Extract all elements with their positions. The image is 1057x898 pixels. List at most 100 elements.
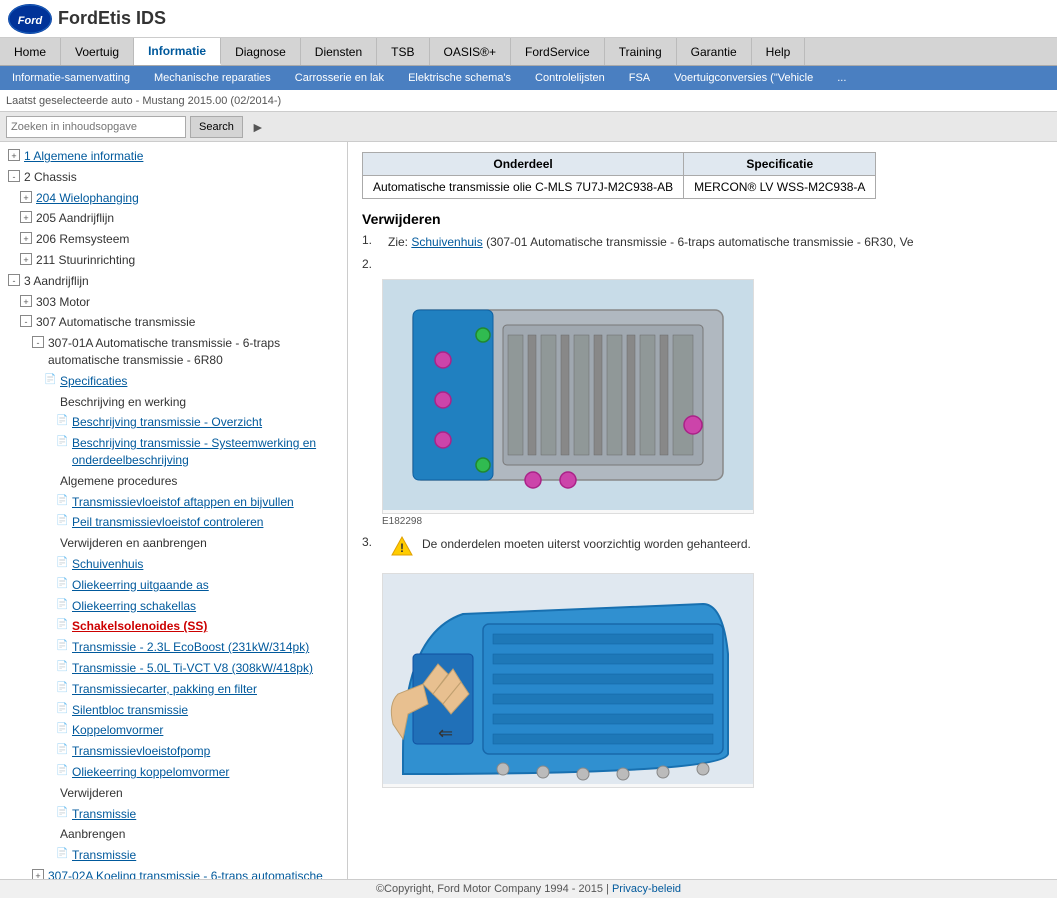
- tree-toggle-icon[interactable]: +: [20, 191, 34, 203]
- tree-label[interactable]: Transmissievloeistof aftappen en bijvull…: [72, 494, 347, 511]
- nav-item-informatie[interactable]: Informatie: [134, 38, 221, 65]
- diagram-2-container: ⇐: [382, 573, 1043, 788]
- tree-toggle-icon[interactable]: +: [8, 149, 22, 161]
- tree-label[interactable]: Specificaties: [60, 373, 347, 390]
- tree-label[interactable]: Beschrijving transmissie - Systeemwerkin…: [72, 435, 347, 469]
- tree-item[interactable]: 📄Beschrijving transmissie - Systeemwerki…: [0, 433, 347, 471]
- transmission-diagram-1: x6 x6: [382, 279, 754, 514]
- breadcrumb-bar: Laatst geselecteerde auto - Mustang 2015…: [0, 90, 1057, 112]
- sub-nav-item[interactable]: Carrosserie en lak: [283, 69, 396, 87]
- tree-label[interactable]: Schakelsolenoides (SS): [72, 618, 347, 635]
- tree-label[interactable]: Schuivenhuis: [72, 556, 347, 573]
- tree-item[interactable]: 📄Transmissie: [0, 804, 347, 825]
- tree-label[interactable]: Silentbloc transmissie: [72, 702, 347, 719]
- tree-item[interactable]: 📄Silentbloc transmissie: [0, 700, 347, 721]
- tree-item[interactable]: 📄Transmissie - 2.3L EcoBoost (231kW/314p…: [0, 637, 347, 658]
- tree-item[interactable]: 📄Transmissie - 5.0L Ti-VCT V8 (308kW/418…: [0, 658, 347, 679]
- search-nav-arrow[interactable]: ►: [251, 119, 265, 135]
- tree-label: 307-01A Automatische transmissie - 6-tra…: [48, 335, 347, 369]
- tree-label[interactable]: Transmissie - 5.0L Ti-VCT V8 (308kW/418p…: [72, 660, 347, 677]
- tree-toggle-icon[interactable]: +: [20, 232, 34, 244]
- nav-item-home[interactable]: Home: [0, 38, 61, 65]
- nav-item-oasis®+[interactable]: OASIS®+: [430, 38, 512, 65]
- tree-toggle-icon[interactable]: -: [8, 274, 22, 286]
- nav-item-voertuig[interactable]: Voertuig: [61, 38, 134, 65]
- col-header-onderdeel: Onderdeel: [363, 153, 684, 176]
- tree-item[interactable]: 📄Transmissiecarter, pakking en filter: [0, 679, 347, 700]
- tree-item[interactable]: 📄Transmissie: [0, 845, 347, 866]
- tree-item[interactable]: 📄Transmissievloeistofpomp: [0, 741, 347, 762]
- tree-item[interactable]: 📄Transmissievloeistof aftappen en bijvul…: [0, 492, 347, 513]
- tree-label[interactable]: Transmissievloeistofpomp: [72, 743, 347, 760]
- tree-label[interactable]: Peil transmissievloeistof controleren: [72, 514, 347, 531]
- tree-item[interactable]: 📄Oliekeerring koppelomvormer: [0, 762, 347, 783]
- tree-label[interactable]: 307-02A Koeling transmissie - 6-traps au…: [48, 868, 347, 879]
- tree-toggle-icon[interactable]: -: [32, 336, 46, 348]
- tree-item[interactable]: 📄Beschrijving transmissie - Overzicht: [0, 412, 347, 433]
- sub-nav: Informatie-samenvattingMechanische repar…: [0, 66, 1057, 90]
- left-panel-tree: +1 Algemene informatie-2 Chassis+204 Wie…: [0, 142, 348, 879]
- tree-item[interactable]: 📄Oliekeerring schakellas: [0, 596, 347, 617]
- tree-label[interactable]: 204 Wielophanging: [36, 190, 347, 207]
- nav-item-training[interactable]: Training: [605, 38, 677, 65]
- nav-item-fordservice[interactable]: FordService: [511, 38, 605, 65]
- sub-nav-item[interactable]: ...: [825, 69, 858, 87]
- diagram-1-label: E182298: [382, 516, 1043, 527]
- sub-nav-item[interactable]: Elektrische schema's: [396, 69, 523, 87]
- tree-label[interactable]: Transmissie: [72, 847, 347, 864]
- footer-copyright: ©Copyright, Ford Motor Company 1994 - 20…: [376, 883, 609, 895]
- tree-label[interactable]: Oliekeerring schakellas: [72, 598, 347, 615]
- search-input[interactable]: [6, 116, 186, 138]
- footer-privacy-link[interactable]: Privacy-beleid: [612, 883, 681, 895]
- sub-nav-item[interactable]: Informatie-samenvatting: [0, 69, 142, 87]
- svg-text:!: !: [400, 541, 404, 555]
- tree-label[interactable]: Oliekeerring koppelomvormer: [72, 764, 347, 781]
- nav-item-help[interactable]: Help: [752, 38, 806, 65]
- page-icon: 📄: [56, 619, 70, 631]
- tree-item: -3 Aandrijflijn: [0, 271, 347, 292]
- nav-item-garantie[interactable]: Garantie: [677, 38, 752, 65]
- nav-item-tsb[interactable]: TSB: [377, 38, 429, 65]
- search-button[interactable]: Search: [190, 116, 243, 138]
- tree-toggle-icon[interactable]: +: [20, 295, 34, 307]
- tree-label: 2 Chassis: [24, 169, 347, 186]
- tree-toggle-icon[interactable]: +: [20, 253, 34, 265]
- tree-label[interactable]: Beschrijving transmissie - Overzicht: [72, 414, 347, 431]
- tree-item[interactable]: 📄Schakelsolenoides (SS): [0, 616, 347, 637]
- tree-label[interactable]: Koppelomvormer: [72, 722, 347, 739]
- tree-label[interactable]: Transmissiecarter, pakking en filter: [72, 681, 347, 698]
- app-header: Ford FordEtis IDS: [0, 0, 1057, 38]
- sub-nav-item[interactable]: Mechanische reparaties: [142, 69, 283, 87]
- tree-item[interactable]: +204 Wielophanging: [0, 188, 347, 209]
- tree-toggle-icon[interactable]: -: [20, 315, 34, 327]
- tree-label[interactable]: Transmissie - 2.3L EcoBoost (231kW/314pk…: [72, 639, 347, 656]
- tree-toggle-icon[interactable]: +: [32, 869, 46, 879]
- nav-item-diagnose[interactable]: Diagnose: [221, 38, 301, 65]
- footer: ©Copyright, Ford Motor Company 1994 - 20…: [0, 879, 1057, 898]
- tree-item: -307 Automatische transmissie: [0, 312, 347, 333]
- step-1-text: Zie: Schuivenhuis (307-01 Automatische t…: [388, 233, 914, 251]
- tree-item[interactable]: +1 Algemene informatie: [0, 146, 347, 167]
- tree-label[interactable]: 1 Algemene informatie: [24, 148, 347, 165]
- tree-label[interactable]: Transmissie: [72, 806, 347, 823]
- tree-toggle-icon[interactable]: -: [8, 170, 22, 182]
- tree-toggle-icon[interactable]: +: [20, 211, 34, 223]
- tree-label[interactable]: Oliekeerring uitgaande as: [72, 577, 347, 594]
- page-icon: 📄: [56, 640, 70, 652]
- tree-item[interactable]: 📄Specificaties: [0, 371, 347, 392]
- tree-item: Beschrijving en werking: [0, 392, 347, 413]
- tree-item[interactable]: 📄Oliekeerring uitgaande as: [0, 575, 347, 596]
- sub-nav-item[interactable]: Controlelijsten: [523, 69, 617, 87]
- sub-nav-item[interactable]: FSA: [617, 69, 662, 87]
- diagram-1-container: x6 x6 E182298: [382, 279, 1043, 527]
- nav-item-diensten[interactable]: Diensten: [301, 38, 377, 65]
- tree-label: Aanbrengen: [60, 826, 347, 843]
- tree-item[interactable]: 📄Peil transmissievloeistof controleren: [0, 512, 347, 533]
- tree-item[interactable]: 📄Koppelomvormer: [0, 720, 347, 741]
- transmission-diagram-2: ⇐: [382, 573, 754, 788]
- schuivenhuis-link[interactable]: Schuivenhuis: [411, 235, 482, 249]
- tree-item[interactable]: +307-02A Koeling transmissie - 6-traps a…: [0, 866, 347, 879]
- sub-nav-item[interactable]: Voertuigconversies ("Vehicle: [662, 69, 825, 87]
- tree-item[interactable]: 📄Schuivenhuis: [0, 554, 347, 575]
- step-3-text: De onderdelen moeten uiterst voorzichtig…: [422, 535, 751, 553]
